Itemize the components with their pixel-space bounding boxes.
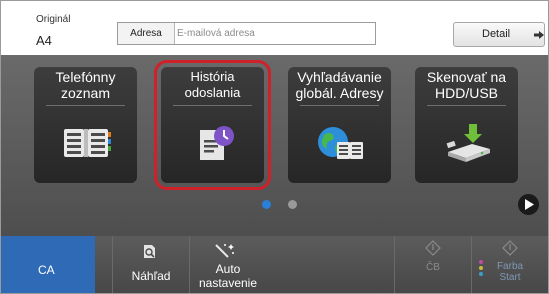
send-history-icon [200, 126, 234, 160]
tile-send-history-label: História odoslania [184, 69, 241, 100]
scan-to-hdd-usb-icon [446, 124, 490, 162]
start-diamond-icon [502, 240, 518, 256]
original-label: Originál [36, 14, 71, 25]
tile-divider [300, 105, 379, 106]
bw-start-label: ČB [426, 262, 440, 273]
color-start-label: Farba Start [496, 261, 524, 283]
tile-divider [46, 105, 125, 106]
tile-send-history[interactable]: História odoslania [154, 60, 271, 190]
shortcut-panel: Telefónny zoznam História odoslania Vyhľ… [1, 55, 548, 236]
clear-all-label: CA [38, 263, 55, 277]
preview-button[interactable]: Náhľad [112, 236, 189, 293]
email-address-input[interactable]: E-mailová adresa [177, 23, 367, 44]
magic-wand-icon [215, 244, 234, 258]
tile-address-book[interactable]: Telefónny zoznam [34, 67, 137, 183]
tile-scan-to-hdd-usb-label: Skenovať na HDD/USB [426, 69, 507, 101]
tile-divider [427, 105, 506, 106]
tile-scan-to-hdd-usb[interactable]: Skenovať na HDD/USB [415, 67, 518, 183]
detail-button[interactable]: Detail [453, 22, 545, 47]
arrow-right-icon [534, 31, 544, 39]
auto-setting-label: Auto nastavenie [198, 262, 258, 290]
auto-setting-button[interactable]: Auto nastavenie [189, 236, 266, 293]
tile-global-address-search-label: Vyhľadávanie globál. Adresy [295, 69, 384, 101]
original-size-value[interactable]: A4 [36, 33, 52, 48]
page-indicator-dot-1[interactable] [262, 200, 271, 209]
bw-start-button[interactable]: ČB [394, 236, 471, 293]
send-screen: Originál A4 Adresa E-mailová adresa Deta… [0, 0, 549, 294]
clear-all-button[interactable]: CA [1, 236, 95, 293]
top-bar: Originál A4 Adresa E-mailová adresa Deta… [1, 1, 548, 55]
detail-button-label: Detail [482, 28, 511, 40]
global-address-search-icon [318, 127, 363, 159]
page-indicator-dot-2[interactable] [288, 200, 297, 209]
start-diamond-icon [425, 240, 441, 256]
tile-divider [173, 105, 252, 106]
address-label: Adresa [118, 23, 175, 44]
bottom-action-bar: CA Náhľad Auto nastavenie ČB Farba Start [1, 236, 548, 293]
tile-global-address-search[interactable]: Vyhľadávanie globál. Adresy [288, 67, 391, 183]
preview-icon [144, 245, 155, 258]
play-arrow-icon [525, 199, 534, 210]
color-start-button[interactable]: Farba Start [471, 236, 548, 293]
address-field[interactable]: Adresa E-mailová adresa [117, 22, 376, 45]
preview-label: Náhľad [131, 269, 171, 283]
next-page-button[interactable] [518, 194, 539, 215]
tile-address-book-label: Telefónny zoznam [55, 69, 116, 101]
address-book-icon [64, 129, 111, 157]
